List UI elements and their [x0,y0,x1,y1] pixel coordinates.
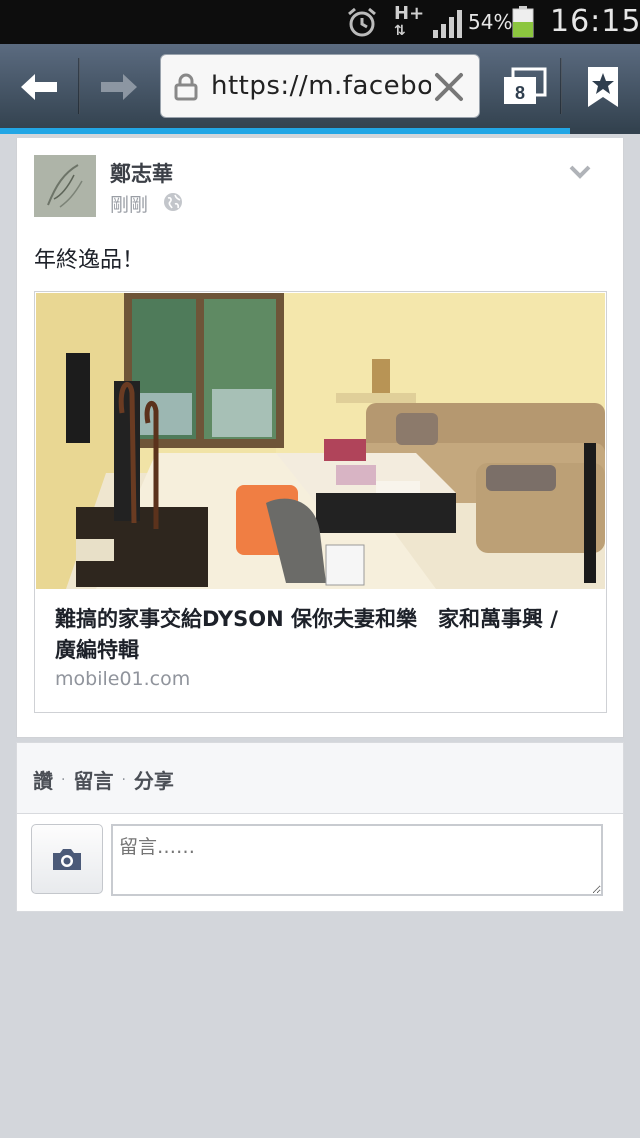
network-arrows-icon: ⇅ [394,23,406,39]
status-clock: 16:15 [550,4,640,39]
comment-composer [16,814,624,912]
link-preview-image[interactable] [36,293,605,589]
bookmark-button[interactable] [566,44,640,130]
tabs-button[interactable]: 8 [492,44,558,130]
address-bar[interactable]: https://m.facebook.com [160,54,480,118]
alarm-icon [348,7,376,37]
camera-icon [53,849,81,870]
signal-icon [433,10,462,38]
post-author[interactable]: 鄭志華 [110,158,173,188]
action-links: 讚 · 留言 · 分享 [33,765,174,794]
like-link[interactable]: 讚 [33,765,53,794]
forward-button[interactable] [80,44,158,130]
url-text: https://m.facebook.com [211,71,431,101]
clear-icon[interactable] [431,69,467,105]
status-bar: H+ ⇅ 54% 16:15 [0,0,640,44]
post-message: 年終逸品！ [34,248,145,273]
link-preview[interactable]: 難搞的家事交給DYSON 保你夫妻和樂 家和萬事興 / 廣編特輯 mobile0… [34,291,607,713]
post-actions: 讚 · 留言 · 分享 [16,742,624,814]
post-card: 鄭志華 剛剛 年終逸品！ 難搞的家事交給DYSON 保你夫妻和樂 家和萬事興 /… [16,138,624,738]
tabs-icon: 8 [504,67,547,104]
lock-icon [174,73,198,101]
toolbar-divider [560,58,562,114]
action-separator: · [61,771,66,788]
back-button[interactable] [0,44,78,130]
comment-input[interactable] [111,824,603,896]
chevron-down-icon[interactable] [569,164,591,180]
back-arrow-icon [21,74,57,100]
share-link[interactable]: 分享 [134,765,174,794]
post-time[interactable]: 剛剛 [110,190,148,217]
network-type: H+ ⇅ [394,3,425,40]
action-separator: · [121,771,126,788]
link-preview-domain: mobile01.com [55,668,191,690]
page-load-progress [0,128,640,134]
tab-count: 8 [515,83,525,103]
browser-toolbar: https://m.facebook.com 8 [0,44,640,130]
avatar[interactable] [34,155,96,217]
bookmark-star-icon [588,67,618,107]
battery-icon [512,6,534,38]
battery-percent: 54% [468,10,513,34]
comment-link[interactable]: 留言 [73,765,113,794]
link-preview-title[interactable]: 難搞的家事交給DYSON 保你夫妻和樂 家和萬事興 / 廣編特輯 [55,604,585,666]
globe-icon [164,193,182,211]
forward-arrow-icon [101,74,137,100]
photo-upload-button[interactable] [31,824,103,894]
progress-fill [0,128,570,134]
